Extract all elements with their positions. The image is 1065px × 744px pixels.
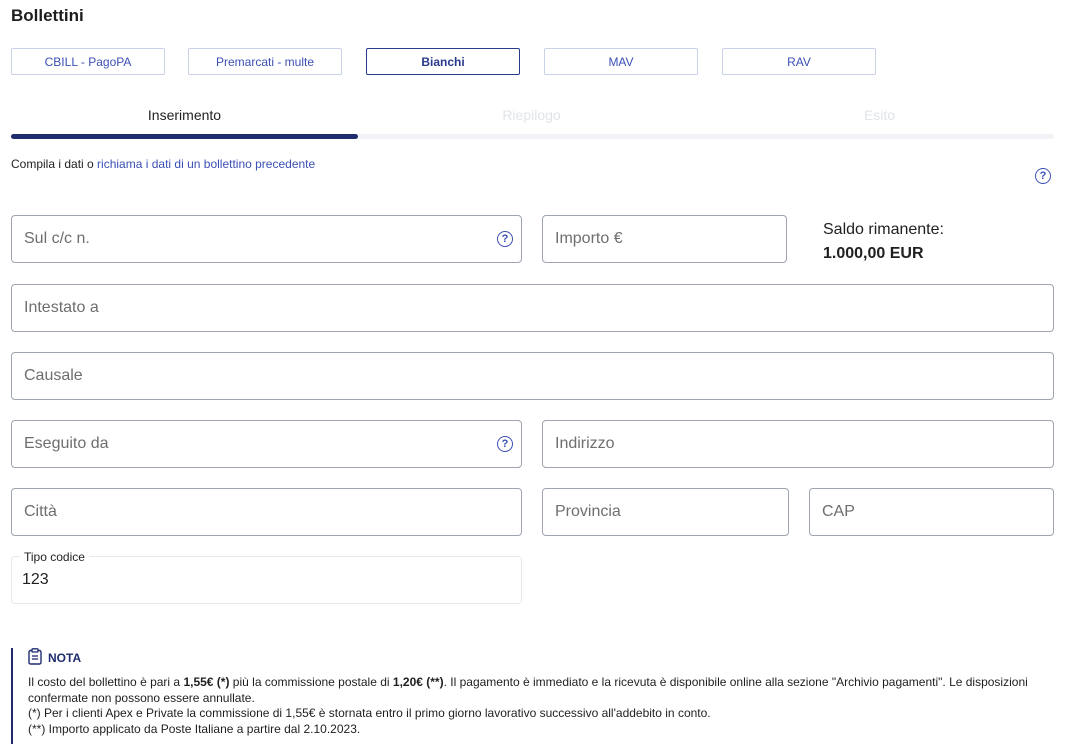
tipo-codice-value: 123 (22, 571, 49, 588)
note-body: Il costo del bollettino è pari a 1,55€ (… (28, 675, 1038, 737)
recall-previous-bill-link[interactable]: richiama i dati di un bollettino precede… (97, 157, 315, 171)
cap-input[interactable] (822, 489, 1042, 535)
hint-text: Compila i dati o (11, 157, 98, 171)
help-circle-icon[interactable]: ? (1035, 168, 1051, 184)
note-title: NOTA (48, 651, 82, 665)
cap-field (809, 488, 1054, 536)
citta-input[interactable] (24, 489, 504, 535)
step-riepilogo: Riepilogo (502, 107, 561, 123)
tab-mav[interactable]: MAV (544, 48, 698, 75)
saldo-label: Saldo rimanente: (823, 221, 944, 238)
intestato-field (11, 284, 1054, 332)
help-circle-icon[interactable]: ? (497, 231, 513, 247)
provincia-field (542, 488, 789, 536)
help-circle-icon[interactable]: ? (497, 436, 513, 452)
note-accent-bar (11, 648, 13, 744)
clipboard-icon (28, 648, 42, 665)
page-title: Bollettini (11, 6, 84, 25)
tab-cbill-pagopa[interactable]: CBILL - PagoPA (11, 48, 165, 75)
causale-input[interactable] (24, 353, 1034, 399)
tipo-codice-label: Tipo codice (20, 550, 89, 564)
indirizzo-input[interactable] (555, 421, 1035, 467)
indirizzo-field (542, 420, 1054, 468)
note-line-2: (*) Per i clienti Apex e Private la comm… (28, 706, 711, 721)
provincia-input[interactable] (555, 489, 775, 535)
step-inserimento: Inserimento (147, 107, 222, 123)
stepper-progress (11, 134, 358, 139)
step-esito: Esito (863, 107, 896, 123)
saldo-value: 1.000,00 EUR (823, 245, 924, 262)
causale-field (11, 352, 1054, 400)
tab-bianchi[interactable]: Bianchi (366, 48, 520, 75)
form-hint: Compila i dati o richiama i dati di un b… (11, 157, 315, 171)
tab-rav[interactable]: RAV (722, 48, 876, 75)
intestato-input[interactable] (24, 285, 1034, 331)
importo-input[interactable] (555, 216, 775, 262)
tab-premarcati-multe[interactable]: Premarcati - multe (188, 48, 342, 75)
note-line-1: Il costo del bollettino è pari a 1,55€ (… (28, 675, 1028, 705)
eseguito-field: ? (11, 420, 522, 468)
citta-field (11, 488, 522, 536)
conto-input[interactable] (24, 216, 494, 262)
importo-field (542, 215, 787, 263)
eseguito-input[interactable] (24, 421, 494, 467)
note-line-3: (**) Importo applicato da Poste Italiane… (28, 721, 361, 736)
conto-field: ? (11, 215, 522, 263)
